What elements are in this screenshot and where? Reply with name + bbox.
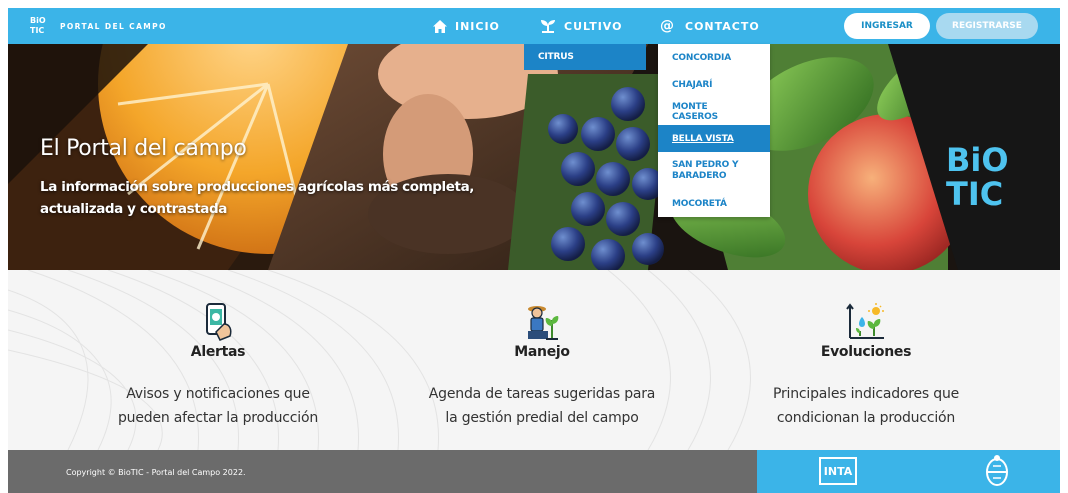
contacto-item-mocoreta[interactable]: MOCORETÁ [658, 190, 770, 217]
biotic-logo-icon: BiO TIC [30, 16, 50, 36]
national-seal-icon[interactable] [985, 454, 1009, 488]
growth-chart-icon [846, 303, 884, 339]
contacto-dropdown: CONCORDIA CHAJARÍ MONTE CASEROS BELLA VI… [658, 44, 770, 217]
cultivo-dropdown: CITRUS [524, 44, 646, 70]
footer-partners: INTA [757, 450, 1060, 493]
feature-manejo-description: Agenda de tareas sugeridas para la gesti… [392, 382, 692, 430]
contacto-item-bella-vista[interactable]: BELLA VISTA [658, 125, 770, 152]
feature-evoluciones: Evoluciones Principales indicadores que … [716, 302, 1016, 430]
feature-evoluciones-desc-line-1: Principales indicadores que [772, 386, 960, 402]
feature-alertas: Alertas Avisos y notificaciones que pued… [68, 302, 368, 430]
footer: Copyright © BioTIC - Portal del Campo 20… [8, 450, 1060, 493]
contacto-item-chajari[interactable]: CHAJARÍ [658, 71, 770, 98]
nav-cultivo[interactable]: CULTIVO [540, 8, 622, 44]
brand-link[interactable]: BiO TIC PORTAL DEL CAMPO [30, 16, 167, 36]
home-icon [433, 19, 447, 33]
feature-evoluciones-title: Evoluciones [820, 344, 912, 360]
sprout-icon [541, 20, 555, 33]
brand-name: PORTAL DEL CAMPO [60, 21, 167, 31]
nav-inicio-label: INICIO [455, 19, 500, 33]
login-button[interactable]: INGRESAR [844, 13, 930, 39]
top-navbar: BiO TIC PORTAL DEL CAMPO INICIO CULTIVO … [8, 8, 1060, 44]
phone-alert-icon [206, 303, 232, 341]
feature-evoluciones-description: Principales indicadores que condicionan … [716, 382, 1016, 430]
hero-banner: El Portal del campo La información sobre… [8, 44, 1060, 270]
feature-evoluciones-desc-line-2: condicionan la producción [776, 410, 956, 426]
feature-alertas-desc-line-2: pueden afectar la producción [118, 410, 318, 426]
hero-biotic-logo: BiO TIC [946, 144, 1036, 214]
nav-contacto[interactable]: @ CONTACTO [660, 8, 760, 44]
inta-logo[interactable]: INTA [819, 457, 857, 485]
hero-title: El Portal del campo [40, 136, 247, 161]
copyright-text: Copyright © BioTIC - Portal del Campo 20… [66, 468, 246, 477]
hero-logo-bottom: TIC [946, 175, 1004, 213]
logo-top-text: BiO [30, 16, 46, 25]
register-button[interactable]: REGISTRARSE [936, 13, 1038, 39]
at-icon: @ [660, 18, 675, 34]
contacto-item-monte-caseros[interactable]: MONTE CASEROS [658, 98, 770, 125]
feature-alertas-desc-line-1: Avisos y notificaciones que [126, 386, 310, 402]
feature-manejo: Manejo Agenda de tareas sugeridas para l… [392, 302, 692, 430]
page: BiO TIC PORTAL DEL CAMPO INICIO CULTIVO … [8, 8, 1060, 493]
contacto-item-concordia[interactable]: CONCORDIA [658, 44, 770, 71]
features-section: Alertas Avisos y notificaciones que pued… [8, 270, 1060, 450]
feature-manejo-title: Manejo [514, 344, 570, 360]
feature-alertas-title: Alertas [190, 344, 246, 360]
feature-alertas-description: Avisos y notificaciones que pueden afect… [68, 382, 368, 430]
feature-manejo-desc-line-1: Agenda de tareas sugeridas para [428, 386, 656, 402]
nav-contacto-label: CONTACTO [685, 19, 760, 33]
hero-subtitle: La información sobre producciones agríco… [40, 179, 475, 217]
cultivo-item-citrus[interactable]: CITRUS [524, 44, 646, 70]
nav-cultivo-label: CULTIVO [564, 19, 623, 33]
feature-manejo-desc-line-2: la gestión predial del campo [445, 410, 639, 426]
logo-bottom-text: TIC [30, 26, 45, 35]
farmer-icon [528, 306, 559, 340]
hero-logo-top: BiO [946, 141, 1009, 179]
nav-inicio[interactable]: INICIO [433, 8, 500, 44]
contacto-item-san-pedro-baradero[interactable]: SAN PEDRO Y BARADERO [658, 152, 770, 190]
